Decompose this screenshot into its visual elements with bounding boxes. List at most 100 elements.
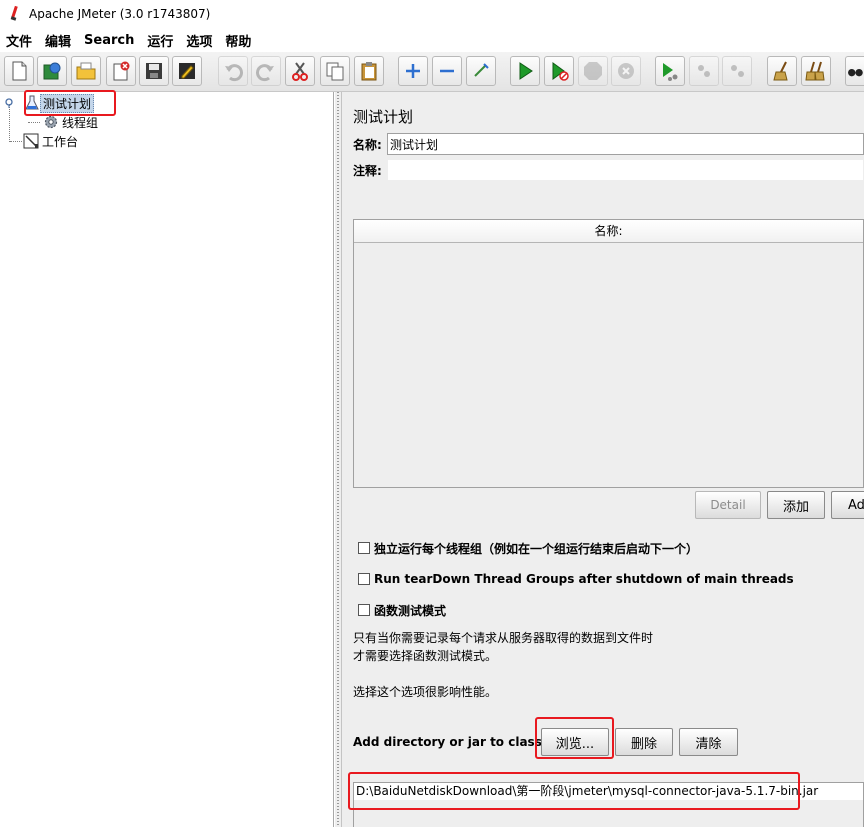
collapse-all-button[interactable]	[432, 56, 462, 86]
classpath-label: Add directory or jar to classpath	[353, 735, 573, 749]
remote-shutdown-icon	[731, 65, 744, 77]
title-bar: Apache JMeter (3.0 r1743807)	[0, 0, 864, 28]
copy-icon	[326, 62, 344, 81]
minus-icon	[440, 69, 454, 73]
brooms-icon	[805, 61, 825, 81]
test-tree-pane	[0, 92, 334, 827]
menu-search[interactable]: Search	[84, 33, 134, 48]
browse-button[interactable]: 浏览...	[541, 728, 609, 756]
shutdown-icon	[618, 63, 634, 79]
remote-shutdown-button[interactable]	[722, 56, 752, 86]
performance-note: 选择这个选项很影响性能。	[353, 685, 498, 699]
templates-book-icon	[43, 62, 61, 80]
save-screen-button[interactable]	[172, 56, 202, 86]
tree-connector	[28, 122, 40, 123]
templates-button[interactable]	[37, 56, 67, 86]
menu-bar: 文件 编辑 Search 运行 选项 帮助	[0, 28, 864, 52]
comment-row: 注释:	[353, 159, 864, 181]
stop-button[interactable]	[578, 56, 608, 86]
user-variables-table[interactable]: 名称:	[353, 219, 864, 488]
open-folder-icon	[76, 62, 96, 80]
table-column-header[interactable]: 名称:	[354, 220, 863, 243]
broom-icon	[773, 61, 788, 81]
teardown-label: Run tearDown Thread Groups after shutdow…	[374, 572, 794, 586]
save-disk-icon	[146, 63, 162, 79]
test-plan-panel: 测试计划 名称: 注释: 名称: Detail 添加 Ad 独立运行每个线程组（…	[342, 92, 864, 827]
tree-label: 线程组	[62, 115, 99, 130]
scissors-icon	[292, 62, 308, 81]
window-title: Apache JMeter (3.0 r1743807)	[29, 7, 211, 21]
stop-icon	[584, 62, 602, 80]
workbench-icon	[23, 133, 39, 149]
functional-mode-note-2: 才需要选择函数测试模式。	[353, 649, 498, 663]
menu-file[interactable]: 文件	[6, 31, 32, 50]
tree-label: 测试计划	[40, 93, 95, 113]
remote-stop-button[interactable]	[689, 56, 719, 86]
functional-mode-checkbox[interactable]	[358, 604, 370, 616]
start-no-timers-button[interactable]	[544, 56, 574, 86]
comment-label: 注释:	[353, 163, 382, 178]
new-file-icon	[12, 61, 27, 81]
add-button[interactable]: 添加	[767, 491, 825, 519]
menu-options[interactable]: 选项	[186, 31, 212, 50]
remote-start-icon	[663, 63, 678, 81]
delete-button[interactable]: 删除	[615, 728, 673, 756]
tree-connector	[10, 141, 22, 142]
start-button[interactable]	[510, 56, 540, 86]
tree-node-thread-group[interactable]: 线程组	[42, 113, 100, 131]
teardown-option[interactable]: Run tearDown Thread Groups after shutdow…	[358, 570, 794, 588]
paste-button[interactable]	[354, 56, 384, 86]
new-button[interactable]	[4, 56, 34, 86]
toolbar	[0, 52, 864, 92]
comment-input[interactable]	[387, 159, 864, 181]
shutdown-button[interactable]	[611, 56, 641, 86]
clear-all-button[interactable]	[801, 56, 831, 86]
search-button[interactable]	[845, 56, 864, 86]
open-button[interactable]	[71, 56, 101, 86]
toggle-wand-icon	[474, 63, 489, 77]
copy-button[interactable]	[320, 56, 350, 86]
gear-icon	[44, 115, 58, 129]
menu-edit[interactable]: 编辑	[45, 31, 71, 50]
detail-button[interactable]: Detail	[695, 491, 761, 519]
clear-classpath-button[interactable]: 清除	[679, 728, 738, 756]
name-input[interactable]	[387, 133, 864, 155]
run-independently-option[interactable]: 独立运行每个线程组（例如在一个组运行结束后启动下一个）	[358, 539, 698, 557]
menu-help[interactable]: 帮助	[225, 31, 251, 50]
close-button[interactable]	[106, 56, 136, 86]
clear-button[interactable]	[767, 56, 797, 86]
remote-stop-icon	[698, 65, 710, 77]
flask-icon	[25, 95, 39, 110]
add-from-clipboard-button[interactable]: Ad	[831, 491, 864, 519]
remote-start-button[interactable]	[655, 56, 685, 86]
redo-icon	[256, 64, 274, 82]
pane-splitter[interactable]	[334, 92, 342, 827]
jmeter-feather-icon	[8, 6, 22, 22]
tree-expand-handle[interactable]	[5, 97, 13, 108]
expand-all-button[interactable]	[398, 56, 428, 86]
functional-mode-label: 函数测试模式	[374, 603, 447, 618]
teardown-checkbox[interactable]	[358, 573, 370, 585]
run-independently-label: 独立运行每个线程组（例如在一个组运行结束后启动下一个）	[374, 541, 699, 556]
functional-mode-option[interactable]: 函数测试模式	[358, 601, 446, 619]
save-button[interactable]	[139, 56, 169, 86]
tree-node-test-plan[interactable]: 测试计划	[24, 93, 95, 113]
run-independently-checkbox[interactable]	[358, 542, 370, 554]
toggle-button[interactable]	[466, 56, 496, 86]
name-label: 名称:	[353, 137, 382, 152]
tree-label: 工作台	[42, 134, 79, 149]
redo-button[interactable]	[251, 56, 281, 86]
classpath-entry[interactable]: D:\BaiduNetdiskDownload\第一阶段\jmeter\mysq…	[354, 783, 863, 800]
classpath-list[interactable]: D:\BaiduNetdiskDownload\第一阶段\jmeter\mysq…	[353, 782, 864, 827]
panel-title: 测试计划	[353, 108, 414, 126]
undo-button[interactable]	[218, 56, 248, 86]
undo-icon	[225, 64, 243, 82]
tree-handle-icon	[5, 98, 13, 108]
plus-icon	[406, 64, 420, 78]
tree-node-workbench[interactable]: 工作台	[22, 132, 80, 150]
name-row: 名称:	[353, 133, 864, 155]
cut-button[interactable]	[285, 56, 315, 86]
clipboard-icon	[361, 62, 377, 81]
menu-run[interactable]: 运行	[147, 31, 173, 50]
functional-mode-note-1: 只有当你需要记录每个请求从服务器取得的数据到文件时	[353, 631, 654, 645]
